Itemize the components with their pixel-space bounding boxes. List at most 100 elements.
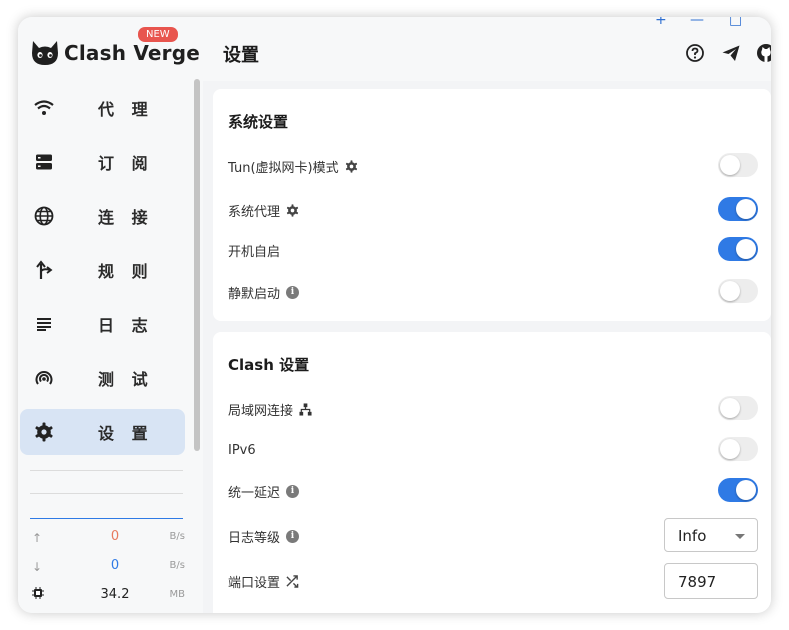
wifi-icon bbox=[34, 98, 54, 118]
memory-usage: 34.2 MB bbox=[30, 587, 185, 609]
sidebar-item-connections[interactable]: 连 接 bbox=[20, 193, 185, 239]
setting-label: 统一延迟 bbox=[228, 485, 281, 501]
globe-icon bbox=[34, 206, 54, 226]
memory-unit: MB bbox=[169, 589, 186, 600]
telegram-icon[interactable] bbox=[721, 43, 741, 63]
chevron-down-icon bbox=[735, 534, 745, 539]
sidebar-item-rules[interactable]: 规 则 bbox=[20, 247, 185, 293]
toggle-knob bbox=[720, 398, 740, 418]
unified-delay-row: 统一延迟 i bbox=[228, 476, 758, 506]
select-value: Info bbox=[678, 527, 707, 545]
app-logo: Clash Verge bbox=[30, 39, 200, 67]
sidebar-item-label: 设 置 bbox=[98, 424, 154, 443]
download-speed: ↓ 0 B/s bbox=[30, 558, 185, 580]
sidebar-item-label: 订 阅 bbox=[98, 154, 154, 173]
sidebar-item-label: 日 志 bbox=[98, 316, 154, 335]
system-proxy-row: 系统代理 bbox=[228, 195, 758, 225]
notes-icon bbox=[34, 314, 54, 334]
setting-label: 系统代理 bbox=[228, 204, 281, 220]
ipv6-row: IPv6 bbox=[228, 435, 758, 465]
gear-icon bbox=[34, 422, 54, 442]
page-header: 设置 + — □ bbox=[203, 17, 771, 81]
system-proxy-toggle[interactable] bbox=[718, 197, 758, 221]
upload-value: 0 bbox=[110, 529, 120, 544]
toggle-knob bbox=[736, 480, 756, 500]
setting-label: 局域网连接 bbox=[228, 403, 294, 419]
setting-label: 端口设置 bbox=[228, 575, 281, 591]
card-title: Clash 设置 bbox=[228, 356, 310, 374]
help-icon[interactable] bbox=[685, 43, 705, 63]
fork-icon bbox=[34, 260, 54, 280]
tun-mode-row: Tun(虚拟网卡)模式 bbox=[228, 151, 758, 181]
gear-icon[interactable] bbox=[286, 203, 299, 217]
setting-label: 开机自启 bbox=[228, 244, 281, 260]
app-window: Clash Verge NEW 代 理 订 阅 连 接 规 则 日 志 测 试 … bbox=[18, 17, 771, 613]
setting-label: 日志等级 bbox=[228, 530, 281, 546]
upload-unit: B/s bbox=[169, 531, 185, 542]
mixed-port-input[interactable]: 7897 bbox=[664, 563, 758, 599]
pin-button[interactable]: + bbox=[655, 17, 667, 27]
radar-icon bbox=[34, 368, 54, 388]
info-icon[interactable]: i bbox=[286, 529, 300, 543]
memory-icon bbox=[32, 587, 44, 602]
minimize-button[interactable]: — bbox=[690, 17, 704, 27]
maximize-button[interactable]: □ bbox=[729, 17, 742, 27]
traffic-graph-baseline bbox=[30, 518, 183, 519]
port-settings-row: 端口设置 7897 bbox=[228, 563, 758, 599]
setting-label: IPv6 bbox=[228, 442, 256, 458]
arrow-down-icon: ↓ bbox=[32, 560, 43, 574]
cat-logo-icon bbox=[32, 41, 58, 65]
auto-launch-row: 开机自启 bbox=[228, 235, 758, 265]
unified-delay-toggle[interactable] bbox=[718, 478, 758, 502]
log-level-select[interactable]: Info bbox=[664, 518, 758, 552]
sidebar-item-test[interactable]: 测 试 bbox=[20, 355, 185, 401]
info-icon[interactable]: i bbox=[286, 484, 300, 498]
allow-lan-toggle[interactable] bbox=[718, 396, 758, 420]
storage-icon bbox=[34, 152, 54, 172]
sidebar-item-label: 规 则 bbox=[98, 262, 154, 281]
silent-start-row: 静默启动 i bbox=[228, 277, 758, 307]
sidebar-scrollbar[interactable] bbox=[194, 79, 200, 451]
sidebar-item-label: 连 接 bbox=[98, 208, 154, 227]
port-value: 7897 bbox=[678, 573, 717, 591]
info-icon[interactable]: i bbox=[286, 285, 300, 299]
toggle-knob bbox=[720, 155, 740, 175]
github-icon[interactable] bbox=[756, 43, 771, 63]
ipv6-toggle[interactable] bbox=[718, 437, 758, 461]
card-title: 系统设置 bbox=[228, 113, 289, 131]
sidebar-item-label: 代 理 bbox=[98, 100, 154, 119]
toggle-knob bbox=[720, 439, 740, 459]
log-level-row: 日志等级 i Info bbox=[228, 518, 758, 552]
shuffle-icon[interactable] bbox=[286, 574, 299, 588]
app-name: Clash Verge bbox=[64, 41, 201, 65]
sidebar-item-settings[interactable]: 设 置 bbox=[20, 409, 185, 455]
memory-value: 34.2 bbox=[100, 587, 130, 602]
allow-lan-row: 局域网连接 bbox=[228, 394, 758, 424]
sidebar-item-subscription[interactable]: 订 阅 bbox=[20, 139, 185, 185]
toggle-knob bbox=[736, 199, 756, 219]
sidebar-item-proxy[interactable]: 代 理 bbox=[20, 85, 185, 131]
sidebar: Clash Verge NEW 代 理 订 阅 连 接 规 则 日 志 测 试 … bbox=[18, 17, 203, 613]
page-title: 设置 bbox=[223, 45, 259, 66]
tun-mode-toggle[interactable] bbox=[718, 153, 758, 177]
system-settings-card: 系统设置 Tun(虚拟网卡)模式 系统代理 开机自启 静默启动 i bbox=[213, 89, 771, 321]
setting-label: Tun(虚拟网卡)模式 bbox=[228, 160, 339, 176]
divider bbox=[30, 493, 183, 494]
sidebar-item-logs[interactable]: 日 志 bbox=[20, 301, 185, 347]
settings-content: 系统设置 Tun(虚拟网卡)模式 系统代理 开机自启 静默启动 i Clash … bbox=[203, 81, 771, 613]
sidebar-item-label: 测 试 bbox=[98, 370, 154, 389]
download-unit: B/s bbox=[169, 560, 185, 571]
divider bbox=[30, 470, 183, 471]
toggle-knob bbox=[720, 281, 740, 301]
new-badge: NEW bbox=[138, 27, 178, 42]
lan-icon[interactable] bbox=[299, 402, 312, 416]
gear-icon[interactable] bbox=[345, 159, 358, 173]
toggle-knob bbox=[736, 239, 756, 259]
sidebar-nav: 代 理 订 阅 连 接 规 则 日 志 测 试 设 置 bbox=[20, 85, 185, 463]
upload-speed: ↑ 0 B/s bbox=[30, 529, 185, 551]
arrow-up-icon: ↑ bbox=[32, 531, 43, 545]
setting-label: 静默启动 bbox=[228, 286, 281, 302]
auto-launch-toggle[interactable] bbox=[718, 237, 758, 261]
download-value: 0 bbox=[110, 558, 120, 573]
silent-start-toggle[interactable] bbox=[718, 279, 758, 303]
